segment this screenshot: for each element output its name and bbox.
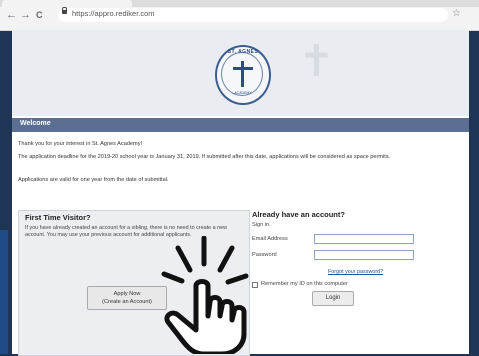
reload-icon[interactable]: C	[36, 9, 43, 21]
welcome-line-2: The application deadline for the 2019-20…	[18, 154, 391, 160]
decorative-frame	[0, 230, 8, 354]
seal-bottom-text: ACADEMY	[234, 91, 252, 95]
forgot-password-link[interactable]: Forgot your password?	[328, 269, 383, 275]
welcome-title: Welcome	[20, 120, 51, 127]
lock-icon	[62, 7, 67, 14]
login-title: Already have an account?	[252, 210, 345, 219]
remember-label: Remember my ID on this computer	[261, 281, 348, 287]
email-field[interactable]	[314, 234, 414, 244]
bookmark-star-icon[interactable]: ☆	[452, 8, 461, 19]
seal-cross-icon	[241, 61, 244, 87]
browser-tab[interactable]	[2, 0, 132, 7]
welcome-bar: Welcome	[12, 118, 469, 132]
school-seal-logo: ST. AGNES ACADEMY	[215, 45, 271, 105]
seal-cross-bar	[233, 67, 253, 70]
seal-top-text: ST. AGNES	[227, 49, 259, 55]
welcome-line-1: Thank you for your interest in St. Agnes…	[18, 141, 143, 147]
back-icon[interactable]: ←	[6, 9, 17, 21]
tab-strip	[0, 0, 479, 7]
address-url[interactable]: https://appro.rediker.com	[72, 9, 155, 18]
browser-chrome: ← → C https://appro.rediker.com ☆	[0, 0, 479, 31]
watermark-cross-icon: ✝	[298, 36, 335, 87]
first-time-title: First Time Visitor?	[25, 213, 91, 222]
login-button[interactable]: Login	[312, 291, 354, 306]
welcome-line-3: Applications are valid for one year from…	[18, 177, 169, 183]
password-field[interactable]	[314, 250, 414, 260]
pointing-hand-icon	[161, 236, 249, 354]
forward-icon[interactable]: →	[20, 9, 31, 21]
header-banner: ✝ ST. AGNES ACADEMY	[12, 30, 469, 116]
signin-label: Sign in.	[252, 222, 271, 228]
login-panel: Already have an account? Sign in. Email …	[252, 210, 464, 354]
